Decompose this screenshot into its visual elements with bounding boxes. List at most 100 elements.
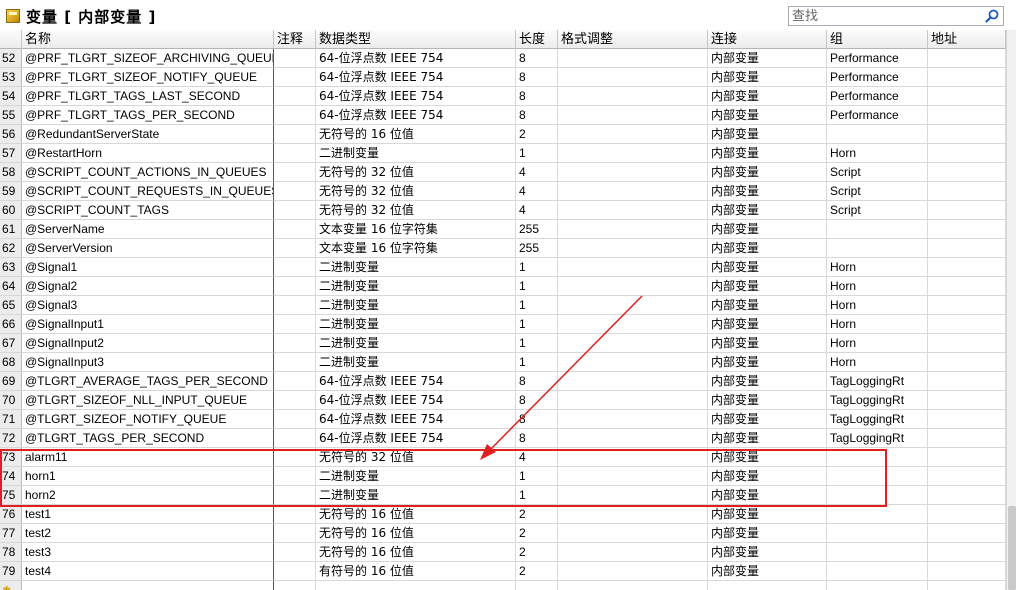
cell-comment[interactable] [274,486,316,505]
cell-data-type[interactable]: 64-位浮点数 IEEE 754 [316,87,516,106]
cell-address[interactable] [928,448,1006,467]
table-row[interactable]: 65 @Signal3 二进制变量 1 内部变量 Horn [0,296,1006,315]
cell-group[interactable]: Performance [827,87,928,106]
cell-length[interactable]: 2 [516,543,558,562]
cell-address[interactable] [928,505,1006,524]
cell-comment[interactable] [274,372,316,391]
cell-length[interactable]: 1 [516,296,558,315]
cell-format[interactable] [558,486,708,505]
row-number[interactable]: 74 [0,467,22,486]
cell-format[interactable] [558,68,708,87]
cell-name[interactable]: @Signal2 [22,277,274,296]
cell-name[interactable]: @ServerVersion [22,239,274,258]
cell-data-type[interactable]: 64-位浮点数 IEEE 754 [316,410,516,429]
column-header-name[interactable]: 名称 [22,30,274,49]
cell-address[interactable] [928,391,1006,410]
table-row[interactable]: 67 @SignalInput2 二进制变量 1 内部变量 Horn [0,334,1006,353]
cell-address[interactable] [928,543,1006,562]
row-number[interactable]: 60 [0,201,22,220]
search-box[interactable] [788,6,1004,26]
table-row[interactable]: 77 test2 无符号的 16 位值 2 内部变量 [0,524,1006,543]
cell-name[interactable]: @PRF_TLGRT_SIZEOF_ARCHIVING_QUEUE [22,49,274,68]
cell-name[interactable]: @ServerName [22,220,274,239]
cell-group[interactable]: Horn [827,144,928,163]
cell-name[interactable]: @TLGRT_SIZEOF_NLL_INPUT_QUEUE [22,391,274,410]
cell-length[interactable]: 2 [516,505,558,524]
cell-format[interactable] [558,505,708,524]
cell-comment[interactable] [274,505,316,524]
table-row[interactable]: 79 test4 有符号的 16 位值 2 内部变量 [0,562,1006,581]
table-row[interactable]: 53 @PRF_TLGRT_SIZEOF_NOTIFY_QUEUE 64-位浮点数 … [0,68,1006,87]
table-row[interactable]: 69 @TLGRT_AVERAGE_TAGS_PER_SECOND 64-位浮点数 … [0,372,1006,391]
cell-format[interactable] [558,467,708,486]
table-row[interactable]: 70 @TLGRT_SIZEOF_NLL_INPUT_QUEUE 64-位浮点数 I… [0,391,1006,410]
cell-length[interactable]: 1 [516,258,558,277]
cell-length[interactable]: 1 [516,315,558,334]
cell-format[interactable] [558,258,708,277]
cell-connection[interactable]: 内部变量 [708,125,827,144]
cell-comment[interactable] [274,429,316,448]
cell-name[interactable]: @TLGRT_AVERAGE_TAGS_PER_SECOND [22,372,274,391]
cell-name[interactable]: @RestartHorn [22,144,274,163]
cell-connection[interactable]: 内部变量 [708,505,827,524]
cell-address[interactable] [928,220,1006,239]
cell-length[interactable]: 4 [516,201,558,220]
table-row[interactable]: 71 @TLGRT_SIZEOF_NOTIFY_QUEUE 64-位浮点数 IEEE… [0,410,1006,429]
cell-data-type[interactable]: 64-位浮点数 IEEE 754 [316,49,516,68]
row-number[interactable]: 65 [0,296,22,315]
row-number[interactable]: 56 [0,125,22,144]
cell-length[interactable]: 4 [516,163,558,182]
cell-address[interactable] [928,467,1006,486]
cell-name[interactable]: @Signal1 [22,258,274,277]
cell-data-type[interactable]: 二进制变量 [316,334,516,353]
row-number[interactable]: 72 [0,429,22,448]
cell-address[interactable] [928,334,1006,353]
cell-group[interactable]: TagLoggingRt [827,410,928,429]
cell-data-type[interactable]: 无符号的 16 位值 [316,543,516,562]
row-number[interactable]: 62 [0,239,22,258]
cell-address[interactable] [928,68,1006,87]
cell-group[interactable]: Script [827,163,928,182]
cell-comment[interactable] [274,239,316,258]
cell-data-type[interactable]: 无符号的 16 位值 [316,524,516,543]
new-cell-group[interactable] [827,581,928,590]
new-cell-data-type[interactable] [316,581,516,590]
cell-length[interactable]: 4 [516,448,558,467]
new-cell-connection[interactable] [708,581,827,590]
scrollbar-thumb[interactable] [1008,506,1016,590]
cell-length[interactable]: 255 [516,220,558,239]
table-row[interactable]: 55 @PRF_TLGRT_TAGS_PER_SECOND 64-位浮点数 IEEE… [0,106,1006,125]
cell-length[interactable]: 8 [516,106,558,125]
cell-comment[interactable] [274,277,316,296]
cell-group[interactable] [827,220,928,239]
cell-length[interactable]: 1 [516,277,558,296]
cell-group[interactable]: Script [827,182,928,201]
cell-comment[interactable] [274,125,316,144]
row-number[interactable]: 55 [0,106,22,125]
cell-data-type[interactable]: 文本变量 16 位字符集 [316,220,516,239]
cell-name[interactable]: test3 [22,543,274,562]
cell-comment[interactable] [274,182,316,201]
table-row[interactable]: 60 @SCRIPT_COUNT_TAGS 无符号的 32 位值 4 内部变量 Scrip… [0,201,1006,220]
cell-group[interactable]: TagLoggingRt [827,429,928,448]
table-row[interactable]: 74 horn1 二进制变量 1 内部变量 [0,467,1006,486]
cell-length[interactable]: 1 [516,486,558,505]
cell-connection[interactable]: 内部变量 [708,201,827,220]
cell-connection[interactable]: 内部变量 [708,334,827,353]
row-number[interactable]: 63 [0,258,22,277]
cell-address[interactable] [928,125,1006,144]
cell-name[interactable]: @SignalInput2 [22,334,274,353]
cell-address[interactable] [928,562,1006,581]
cell-length[interactable]: 8 [516,429,558,448]
cell-group[interactable]: Horn [827,258,928,277]
table-row[interactable]: 64 @Signal2 二进制变量 1 内部变量 Horn [0,277,1006,296]
cell-address[interactable] [928,106,1006,125]
cell-format[interactable] [558,334,708,353]
cell-data-type[interactable]: 二进制变量 [316,486,516,505]
row-number[interactable]: 76 [0,505,22,524]
cell-group[interactable]: Horn [827,277,928,296]
row-number[interactable]: 75 [0,486,22,505]
row-number[interactable]: 59 [0,182,22,201]
cell-format[interactable] [558,163,708,182]
cell-group[interactable]: Horn [827,296,928,315]
